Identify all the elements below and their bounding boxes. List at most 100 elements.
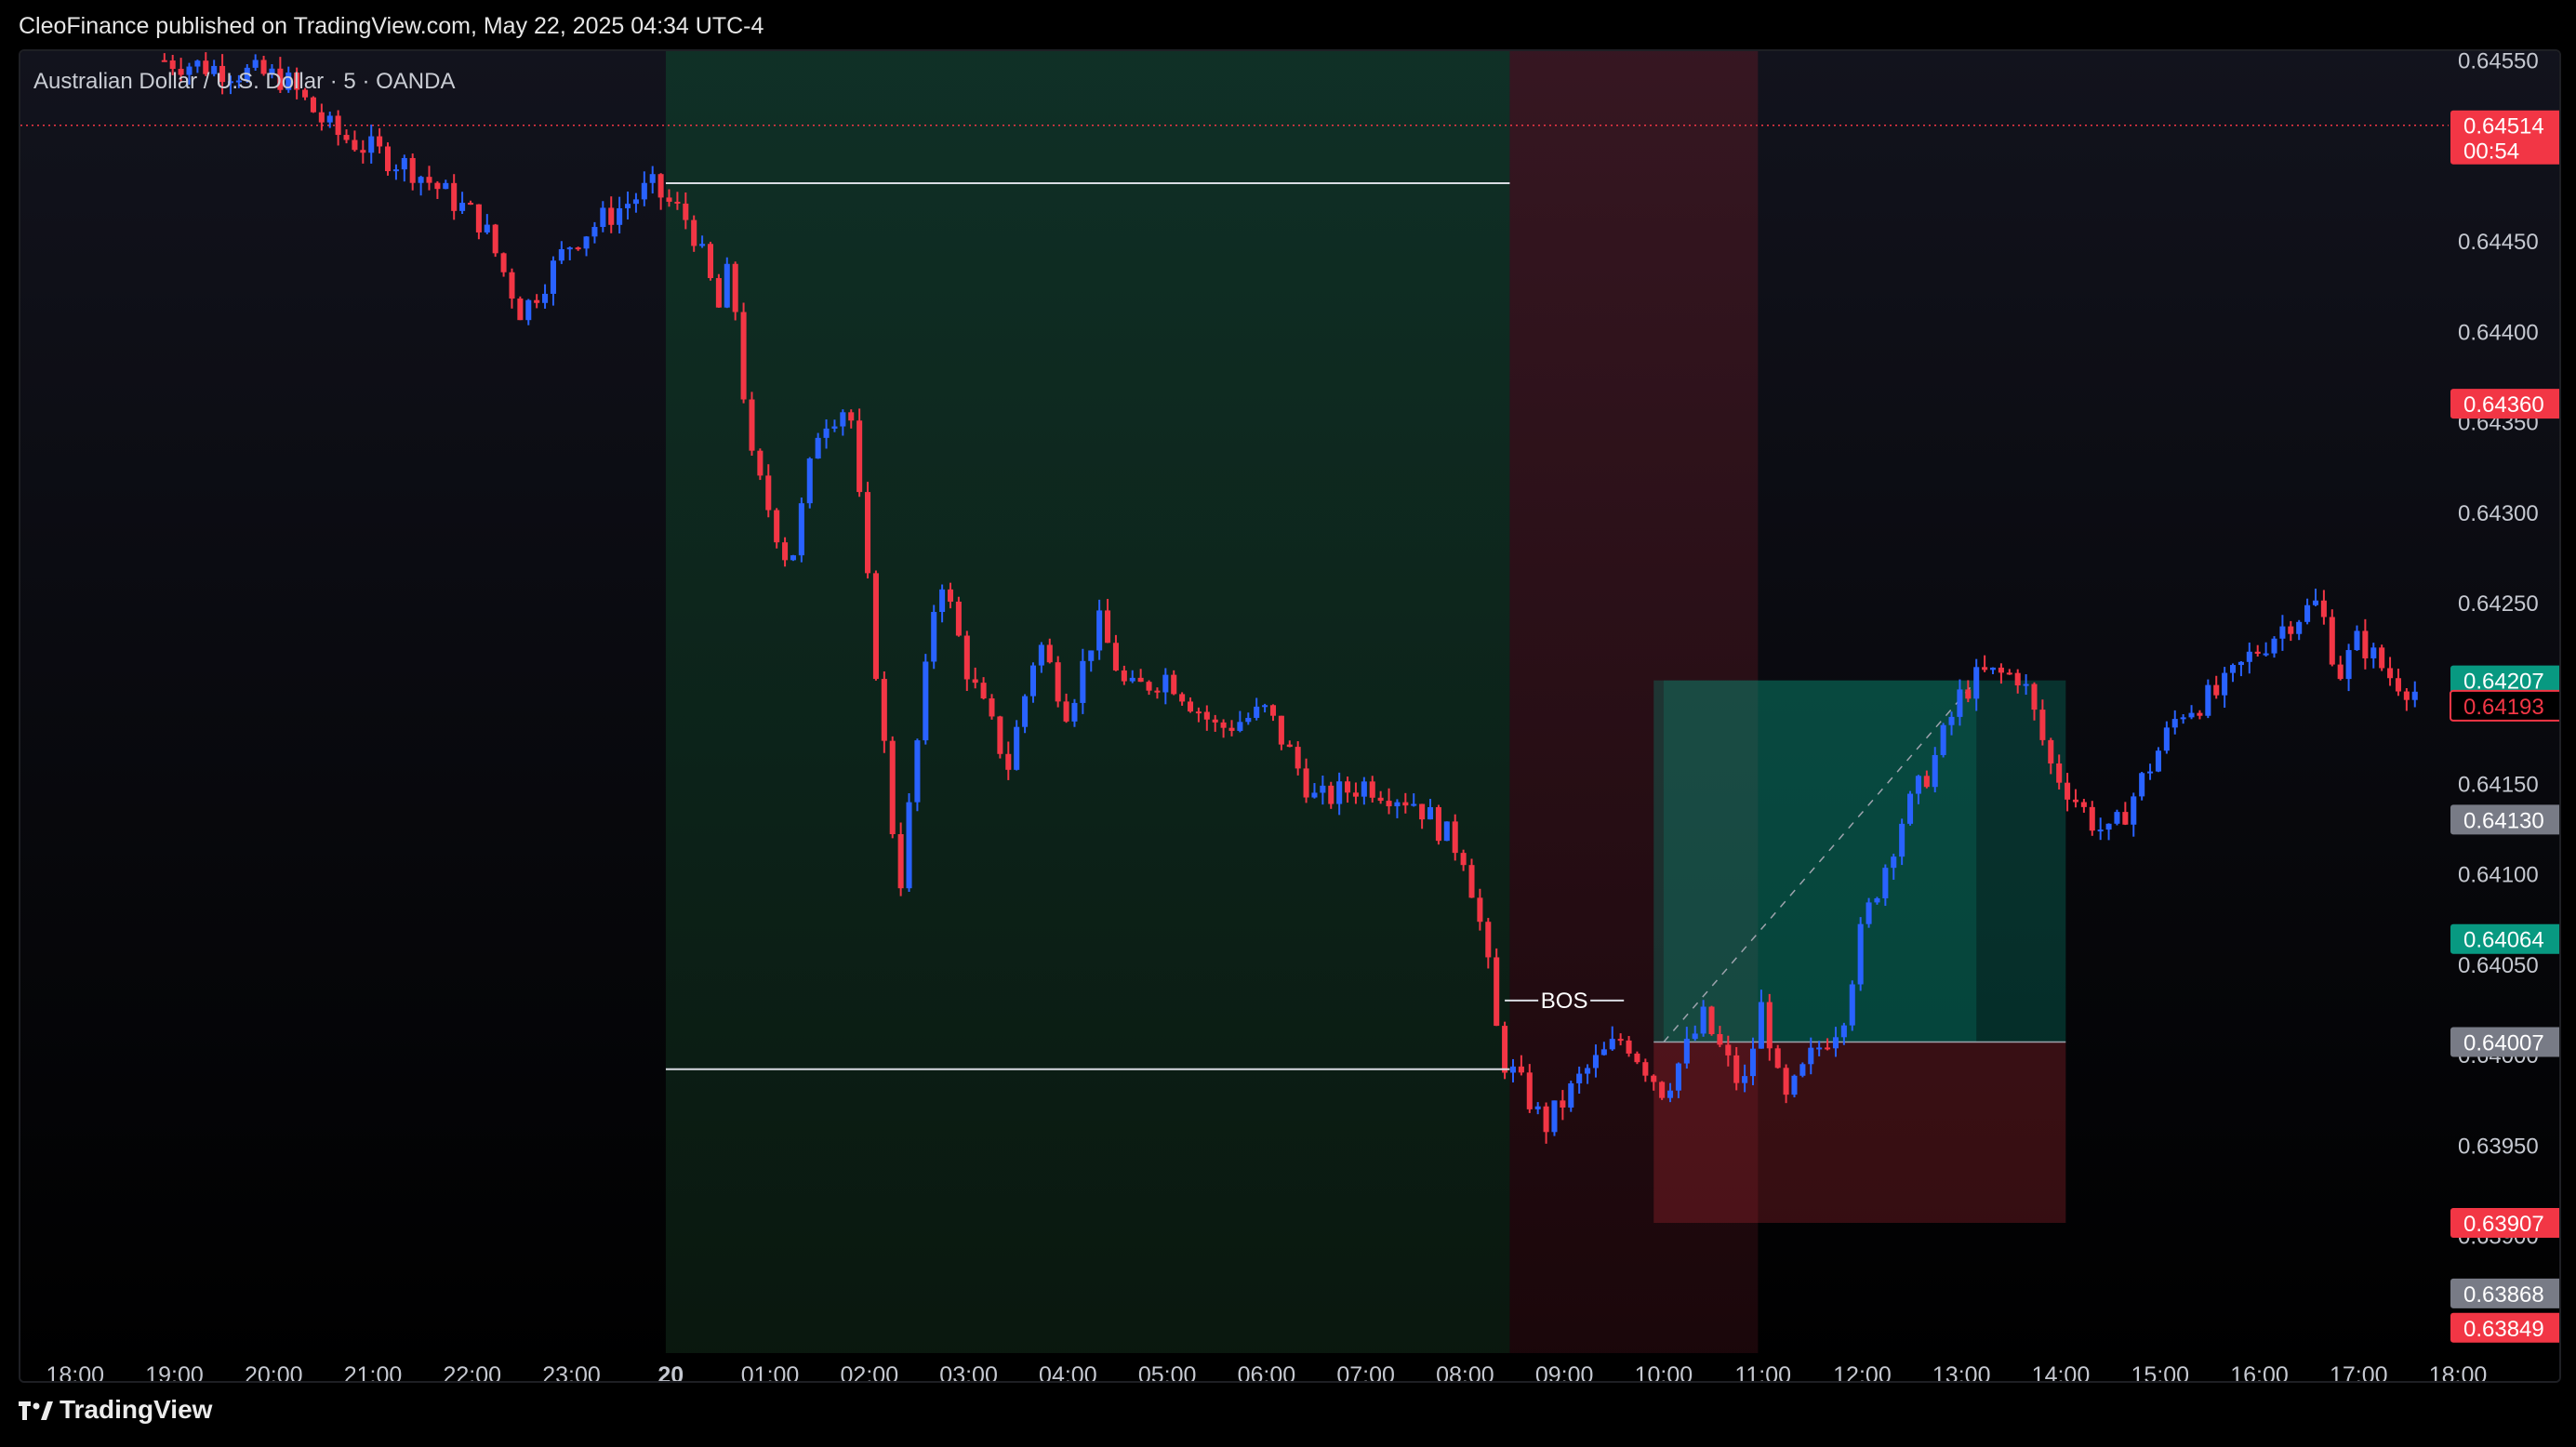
candle-body <box>2048 739 2054 763</box>
symbol-title[interactable]: Australian Dollar / U.S. Dollar · 5 · OA… <box>33 69 455 95</box>
candle-body <box>1907 793 1914 824</box>
stop-zone[interactable] <box>1653 1042 2066 1223</box>
candle-body <box>2023 684 2029 686</box>
candle-body <box>1171 674 1177 695</box>
candle-body <box>889 740 896 834</box>
chart-frame[interactable]: BOS 18:00 19:00 20:00 21:00 22:00 23:00 20 01:0… <box>19 49 2561 1383</box>
candle-body <box>1808 1047 1814 1065</box>
price-label[interactable]: 0.6451400:54 <box>2450 110 2559 165</box>
candle-body <box>1774 1048 1781 1069</box>
candlestick-chart[interactable]: BOS 18:00 19:00 20:00 21:00 22:00 23:00 20 01:0… <box>20 51 2559 1381</box>
candle-body <box>1369 781 1375 798</box>
candle-body <box>1692 1033 1698 1040</box>
x-tick-label: 20 <box>657 1362 684 1381</box>
candle-body <box>558 248 564 261</box>
candle-body <box>2089 806 2095 831</box>
y-tick-label: 0.64300 <box>2458 501 2539 526</box>
x-tick-label: 12:00 <box>1833 1362 1892 1381</box>
candle-body <box>2213 684 2220 696</box>
candle-body <box>1485 922 1492 958</box>
candle-body <box>2304 604 2311 622</box>
candle-body <box>641 182 647 200</box>
candle-body <box>1675 1063 1681 1091</box>
x-tick-label: 11:00 <box>1734 1362 1791 1381</box>
candle-body <box>1857 923 1864 985</box>
y-tick-label: 0.64550 <box>2458 51 2539 74</box>
candle-body <box>1683 1039 1690 1064</box>
price-label[interactable]: 0.63868 <box>2450 1278 2559 1308</box>
candle-body <box>475 204 482 232</box>
publisher-line: CleoFinance published on TradingView.com… <box>19 13 764 39</box>
price-label-value: 0.64360 <box>2463 392 2544 418</box>
candle-body <box>1237 722 1243 731</box>
price-label[interactable]: 0.64007 <box>2450 1027 2559 1057</box>
x-tick-label: 19:00 <box>145 1362 204 1381</box>
candle-body <box>2188 712 2195 718</box>
price-label-value: 0.63868 <box>2463 1282 2544 1308</box>
candle-body <box>1576 1073 1583 1083</box>
candle-body <box>1203 711 1210 720</box>
candle-body <box>757 450 764 476</box>
candle-body <box>923 661 929 741</box>
price-label[interactable]: 0.64193 <box>2450 689 2559 722</box>
price-label-value: 0.64007 <box>2463 1031 2544 1056</box>
candle-body <box>384 146 392 172</box>
x-tick-label: 14:00 <box>2032 1362 2091 1381</box>
tradingview-brand[interactable]: TradingView <box>19 1395 212 1425</box>
candle-body <box>525 299 532 321</box>
x-tick-label: 06:00 <box>1238 1362 1296 1381</box>
price-label[interactable]: 0.63907 <box>2450 1208 2559 1238</box>
candle-body <box>484 224 490 232</box>
candle-body <box>1982 667 1988 670</box>
y-tick-label: 0.64250 <box>2458 591 2539 617</box>
candle-body <box>1940 724 1946 755</box>
candle-body <box>2122 812 2129 825</box>
candle-body <box>2056 763 2063 783</box>
candle-body <box>1468 865 1475 898</box>
candle-body <box>2147 771 2154 774</box>
x-tick-label: 22:00 <box>443 1362 501 1381</box>
candle-body <box>368 136 375 153</box>
candle-body <box>377 136 383 147</box>
candle-body <box>1386 801 1392 807</box>
y-tick-label: 0.64450 <box>2458 230 2539 255</box>
candle-body <box>2072 799 2079 803</box>
candle-body <box>790 555 796 561</box>
candle-body <box>707 244 714 279</box>
candle-body <box>1998 667 2004 673</box>
bos-label[interactable]: BOS <box>1541 989 1588 1014</box>
price-label[interactable]: 0.64360 <box>2450 389 2559 419</box>
candle-body <box>1452 821 1458 854</box>
candle-body <box>2288 626 2294 634</box>
candle-body <box>691 219 697 246</box>
candle-body <box>1832 1037 1839 1049</box>
candle-body <box>1923 776 1930 788</box>
candle-body <box>1626 1040 1632 1054</box>
candle-body <box>2370 647 2377 658</box>
y-tick-label: 0.64150 <box>2458 773 2539 798</box>
candle-body <box>1295 747 1301 769</box>
candle-body <box>1154 690 1161 693</box>
candle-body <box>1948 716 1955 725</box>
candle-body <box>1849 984 1855 1026</box>
x-tick-label: 13:00 <box>1932 1362 1991 1381</box>
candle-body <box>1427 806 1434 820</box>
price-label[interactable]: 0.64064 <box>2450 923 2559 954</box>
candle-body <box>1328 785 1334 804</box>
candle-body <box>1526 1072 1533 1109</box>
price-label[interactable]: 0.64130 <box>2450 804 2559 835</box>
candle-body <box>1600 1049 1607 1055</box>
candle-body <box>872 573 879 680</box>
candle-body <box>1758 1002 1764 1049</box>
candle-body <box>2180 717 2186 720</box>
candle-body <box>2403 691 2410 700</box>
candle-body <box>2411 691 2418 700</box>
price-label[interactable]: 0.63849 <box>2450 1312 2559 1343</box>
candle-body <box>252 60 259 68</box>
candle-body <box>848 412 855 421</box>
candle-body <box>1146 682 1152 691</box>
candle-body <box>418 177 424 183</box>
candle-body <box>1733 1055 1740 1083</box>
candle-body <box>914 740 921 803</box>
candle-body <box>1278 715 1284 745</box>
